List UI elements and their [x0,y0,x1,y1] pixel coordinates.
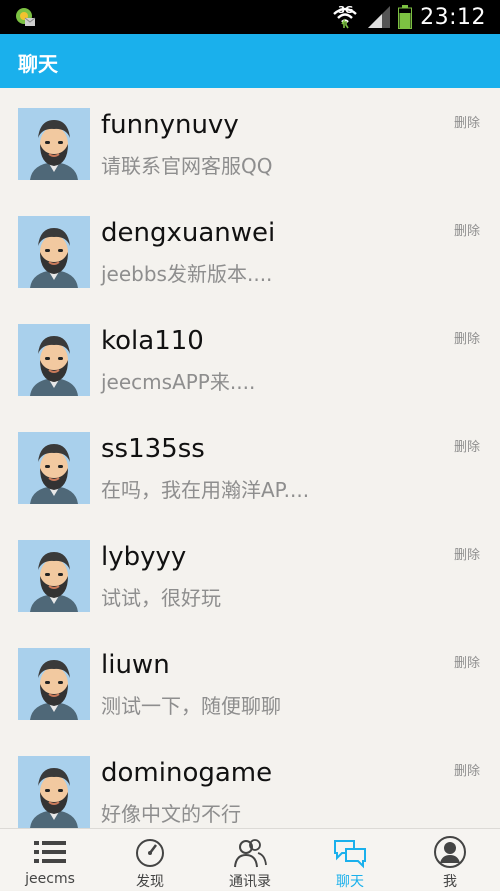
compass-icon [136,839,164,867]
avatar[interactable] [18,432,90,504]
avatar[interactable] [18,216,90,288]
app-header: 聊天 [0,34,500,88]
user-avatar-icon [30,444,78,504]
chat-preview: 试试，很好玩 [101,586,221,610]
battery-icon [398,5,413,29]
delete-button[interactable]: 删除 [454,652,480,671]
chat-preview: 测试一下，随便聊聊 [101,694,281,718]
tab-me[interactable]: 我 [400,829,500,890]
status-right-group: 23:12 [332,0,486,34]
delete-button[interactable]: 删除 [454,220,480,239]
chat-list-item[interactable]: funnynuvy 请联系官网客服QQ 删除 [0,88,500,196]
delete-button[interactable]: 删除 [454,112,480,131]
delete-button[interactable]: 删除 [454,544,480,563]
avatar[interactable] [18,756,90,828]
contacts-icon [234,839,267,868]
tab-discover[interactable]: 发现 [100,829,200,890]
chat-list-item[interactable]: dominogame 好像中文的不行 删除 [0,736,500,828]
chat-preview: 请联系官网客服QQ [101,154,273,178]
user-avatar-icon [30,660,78,720]
profile-icon [434,836,466,868]
chat-list-item[interactable]: lybyyy 试试，很好玩 删除 [0,520,500,628]
page-title: 聊天 [18,52,58,76]
user-avatar-icon [30,120,78,180]
chat-list-item[interactable]: kola110 jeecmsAPP来.... 删除 [0,304,500,412]
avatar[interactable] [18,648,90,720]
chat-name: funnynuvy [101,110,239,140]
status-bar: 3G 23:12 [0,0,500,34]
avatar[interactable] [18,324,90,396]
tab-label: 我 [443,874,457,890]
wifi-icon [333,7,357,29]
chat-name: dominogame [101,758,273,788]
tab-label: 发现 [136,874,164,890]
chat-list-item[interactable]: dengxuanwei jeebbs发新版本.... 删除 [0,196,500,304]
chat-list-item[interactable]: liuwn 测试一下，随便聊聊 删除 [0,628,500,736]
tab-chat[interactable]: 聊天 [300,829,400,890]
status-time: 23:12 [420,4,486,30]
chat-name: dengxuanwei [101,218,276,248]
chat-preview: 在吗，我在用瀚洋AP.... [101,478,310,502]
signal-strength-icon [368,6,391,28]
chat-preview: 好像中文的不行 [101,802,241,826]
tab-label: 聊天 [336,874,364,890]
list-icon [34,841,66,863]
avatar[interactable] [18,108,90,180]
chat-name: lybyyy [101,542,187,572]
avatar[interactable] [18,540,90,612]
chat-list[interactable]: funnynuvy 请联系官网客服QQ 删除 dengxuanwei jeebb… [0,88,500,828]
chat-preview: jeecmsAPP来.... [101,370,256,394]
chat-list-item[interactable]: ss135ss 在吗，我在用瀚洋AP.... 删除 [0,412,500,520]
chat-preview: jeebbs发新版本.... [101,262,273,286]
chat-bubbles-icon [334,840,366,869]
notification-app-icon [16,8,36,26]
user-avatar-icon [30,552,78,612]
delete-button[interactable]: 删除 [454,328,480,347]
tab-jeecms[interactable]: jeecms [0,829,100,890]
tab-label: 通讯录 [229,874,271,890]
chat-name: liuwn [101,650,170,680]
user-avatar-icon [30,336,78,396]
bottom-tab-bar: jeecms 发现 通讯录 聊天 我 [0,828,500,890]
delete-button[interactable]: 删除 [454,760,480,779]
user-avatar-icon [30,768,78,828]
delete-button[interactable]: 删除 [454,436,480,455]
chat-name: ss135ss [101,434,205,464]
tab-label: jeecms [25,871,75,887]
tab-contacts[interactable]: 通讯录 [200,829,300,890]
user-avatar-icon [30,228,78,288]
chat-name: kola110 [101,326,204,356]
